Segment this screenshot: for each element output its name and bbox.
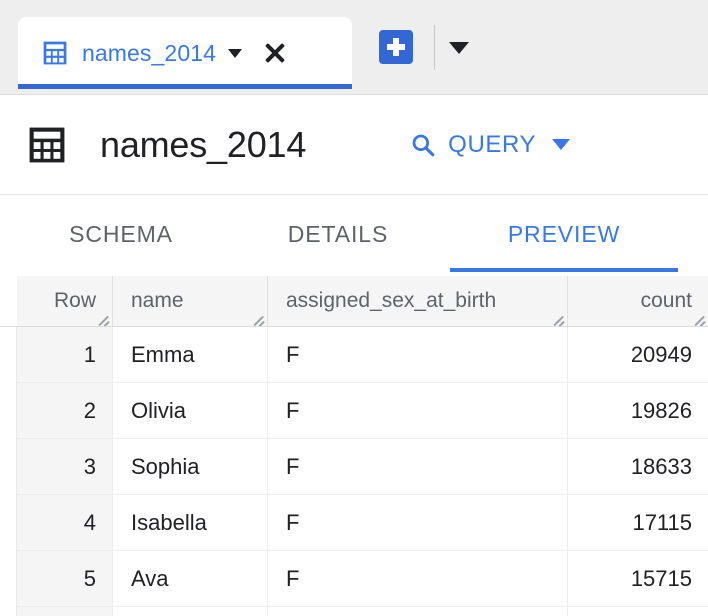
bigquery-table-preview-page: names_2014 names_2014 QUERY SCHEMA DETAI… <box>0 0 708 616</box>
cell-assigned-sex-at-birth: F <box>268 439 568 494</box>
cell-row-number: 4 <box>17 495 113 550</box>
page-title: names_2014 <box>100 123 307 165</box>
toolbar-divider <box>434 25 435 70</box>
cell-count: 17115 <box>632 509 692 535</box>
active-section-tab-indicator <box>450 268 678 272</box>
table-row[interactable]: 1 Emma F 20949 <box>17 327 708 383</box>
cell-name: Emma <box>113 327 268 382</box>
column-resize-handle[interactable] <box>252 312 265 326</box>
cell-row-number: 2 <box>17 383 113 438</box>
close-icon[interactable] <box>262 40 288 66</box>
table-row[interactable]: 5 Ava F 15715 <box>17 551 708 607</box>
cell-count: 20949 <box>630 341 692 367</box>
cell-assigned-sex-at-birth: F <box>268 383 568 438</box>
tab-names-2014[interactable]: names_2014 <box>18 17 352 89</box>
table-row[interactable]: 4 Isabella F 17115 <box>17 495 708 551</box>
query-chevron-down-icon[interactable] <box>552 139 571 150</box>
browser-tab-strip: names_2014 <box>0 0 708 95</box>
column-header-name-label: name <box>131 289 184 312</box>
table-icon <box>43 41 67 65</box>
table-grid: Row name assigned_sex_at_birth count 1 E… <box>17 276 708 616</box>
table-gutter-header <box>0 276 17 327</box>
preview-table: Row name assigned_sex_at_birth count 1 E… <box>0 276 708 616</box>
tab-schema-label: SCHEMA <box>69 220 173 247</box>
cell-count <box>568 607 708 616</box>
active-tab-indicator <box>18 84 352 89</box>
add-tab-button[interactable] <box>379 30 413 64</box>
table-row[interactable]: 3 Sophia F 18633 <box>17 439 708 495</box>
cell-count: 18633 <box>630 453 692 479</box>
column-header-row[interactable]: Row <box>17 276 113 326</box>
cell-row-number: 5 <box>17 551 113 606</box>
chevron-down-icon[interactable] <box>228 48 242 58</box>
column-header-name[interactable]: name <box>113 276 268 326</box>
column-resize-handle[interactable] <box>552 312 565 326</box>
cell-assigned-sex-at-birth: F <box>268 327 568 382</box>
column-header-count[interactable]: count <box>568 276 708 326</box>
column-header-count-label: count <box>640 289 692 312</box>
section-tabs: SCHEMA DETAILS PREVIEW <box>0 196 708 276</box>
cell-row-number <box>17 607 113 616</box>
cell-row-number: 1 <box>17 327 113 382</box>
cell-count: 15715 <box>630 565 692 591</box>
column-resize-handle[interactable] <box>693 312 706 326</box>
column-header-row-label: Row <box>53 289 96 312</box>
add-tab-dropdown-chevron-down-icon[interactable] <box>449 42 469 54</box>
tab-preview[interactable]: PREVIEW <box>450 196 678 272</box>
table-header-row: Row name assigned_sex_at_birth count <box>17 276 708 327</box>
query-button-label: QUERY <box>448 130 537 158</box>
tab-details-label: DETAILS <box>287 220 389 247</box>
cell-name: Ava <box>113 551 268 606</box>
cell-count: 19826 <box>630 397 692 423</box>
tab-details[interactable]: DETAILS <box>240 196 436 272</box>
cell-assigned-sex-at-birth: F <box>268 495 568 550</box>
cell-row-number: 3 <box>17 439 113 494</box>
cell-name: Isabella <box>113 495 268 550</box>
cell-assigned-sex-at-birth: F <box>268 551 568 606</box>
column-header-assigned-sex-at-birth[interactable]: assigned_sex_at_birth <box>268 276 568 326</box>
page-header: names_2014 QUERY <box>0 95 708 195</box>
table-row[interactable] <box>17 607 708 616</box>
search-icon <box>412 134 435 156</box>
tab-title: names_2014 <box>82 39 216 66</box>
query-button[interactable]: QUERY <box>410 130 571 159</box>
table-icon <box>29 127 65 162</box>
table-left-gutter <box>0 276 17 616</box>
cell-assigned-sex-at-birth <box>268 607 568 616</box>
cell-name: Sophia <box>113 439 268 494</box>
tab-preview-label: PREVIEW <box>507 220 621 247</box>
cell-name <box>113 607 268 616</box>
table-row[interactable]: 2 Olivia F 19826 <box>17 383 708 439</box>
tab-schema[interactable]: SCHEMA <box>18 196 224 272</box>
column-header-assigned-sex-at-birth-label: assigned_sex_at_birth <box>286 289 497 312</box>
cell-name: Olivia <box>113 383 268 438</box>
column-resize-handle[interactable] <box>97 312 110 326</box>
